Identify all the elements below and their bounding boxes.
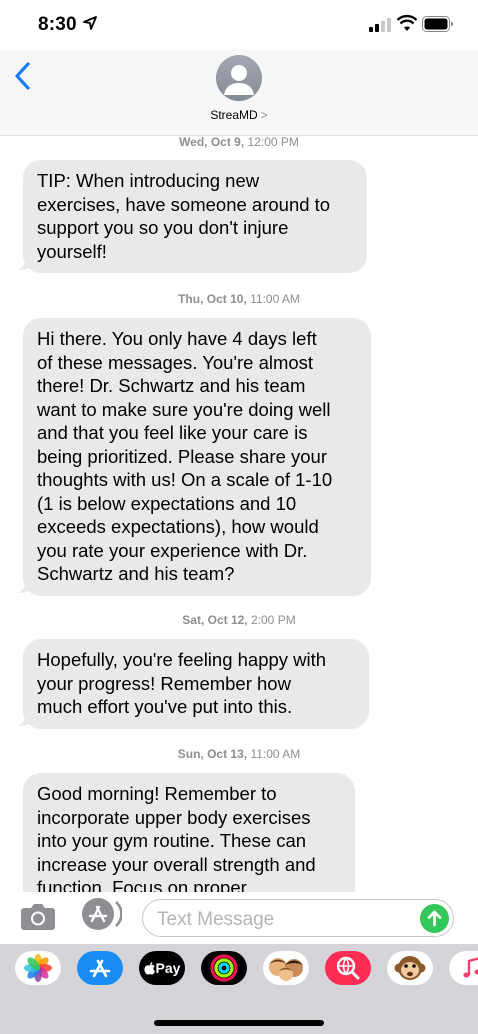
message-line: into your gym routine. These can	[37, 830, 307, 851]
message-bubble[interactable]: TIP: When introducing new exercises, hav…	[23, 160, 367, 273]
location-arrow-icon	[83, 16, 97, 30]
status-time: 8:30	[38, 14, 77, 35]
person-silhouette-icon	[216, 55, 262, 101]
message-line: TIP: When introducing new	[37, 170, 260, 191]
message-timestamp: Thu, Oct 10, 11:00 AM	[0, 292, 478, 306]
input-bar: Text Message	[0, 892, 478, 944]
music-note-icon	[463, 957, 478, 978]
message-line: there! Dr. Schwartz and his team	[37, 375, 306, 396]
camera-icon[interactable]	[20, 901, 56, 931]
memoji-app-icon[interactable]	[263, 951, 309, 985]
send-arrow-icon[interactable]	[420, 904, 449, 933]
message-line: exceeds expectations), how would	[37, 516, 319, 537]
timestamp-time: 2:00 PM	[251, 613, 296, 627]
wifi-icon	[397, 14, 417, 31]
monkey-animoji-app-icon[interactable]	[387, 951, 433, 985]
apple-pay-label: Pay	[155, 960, 181, 976]
message-bubble[interactable]: Hi there. You only have 4 days left of t…	[23, 318, 371, 596]
message-bubble[interactable]: Hopefully, you're feeling happy with you…	[23, 639, 369, 729]
message-thread[interactable]: Wed, Oct 9, 12:00 PM TIP: When introduci…	[0, 135, 478, 892]
app-store-icon[interactable]	[80, 896, 122, 932]
music-app-icon[interactable]	[449, 951, 478, 985]
timestamp-time: 11:00 AM	[250, 747, 301, 761]
photos-flower-icon	[24, 954, 52, 982]
message-line: and that you feel like your care is	[37, 422, 308, 443]
message-line: function. Focus on proper	[37, 877, 247, 892]
message-line: incorporate upper body exercises	[37, 806, 311, 828]
contact-name[interactable]: StreaMD >	[0, 108, 478, 122]
message-line: of these messages. You're almost	[37, 351, 314, 373]
imessage-app-drawer: Pay	[0, 944, 478, 1034]
timestamp-time: 11:00 AM	[250, 292, 300, 306]
message-timestamp: Sun, Oct 13, 11:00 AM	[0, 747, 478, 761]
memoji-faces-icon	[269, 958, 303, 981]
contact-avatar[interactable]	[216, 55, 262, 101]
apple-logo-icon	[143, 961, 155, 975]
status-bar: 8:30	[0, 0, 478, 50]
message-input-placeholder: Text Message	[157, 909, 275, 930]
message-line: exercises, have someone around to	[37, 193, 331, 215]
message-line: Good morning! Remember to	[37, 783, 277, 804]
photos-app-icon[interactable]	[15, 951, 61, 985]
message-line: thoughts with us! On a scale of 1-10	[37, 469, 333, 490]
monkey-face-icon	[394, 956, 426, 980]
contact-name-label: StreaMD	[210, 108, 258, 122]
chevron-right-icon: >	[260, 108, 268, 122]
message-line: increase your overall strength and	[37, 853, 316, 875]
message-line: you rate your experience with Dr.	[37, 539, 308, 561]
message-line: Hi there. You only have 4 days left	[37, 328, 317, 349]
message-line: being prioritized. Please share your	[37, 445, 327, 467]
apple-pay-app-icon[interactable]: Pay	[139, 951, 185, 985]
message-line: your progress! Remember how	[37, 672, 291, 694]
home-indicator[interactable]	[154, 1020, 324, 1026]
back-chevron-icon[interactable]	[8, 58, 38, 94]
app-store-a-icon	[89, 959, 111, 978]
message-timestamp: Wed, Oct 9, 12:00 PM	[0, 135, 478, 149]
timestamp-day: Thu, Oct 10,	[178, 292, 247, 306]
message-line: Schwartz and his team?	[37, 563, 235, 584]
message-timestamp: Sat, Oct 12, 2:00 PM	[0, 613, 478, 627]
message-input[interactable]: Text Message	[142, 899, 454, 937]
timestamp-day: Wed, Oct 9,	[179, 135, 245, 149]
message-line: want to make sure you're doing well	[37, 398, 331, 420]
activity-app-icon[interactable]	[201, 951, 247, 985]
timestamp-time: 12:00 PM	[247, 135, 299, 149]
activity-rings-icon	[210, 954, 238, 982]
message-line: yourself!	[37, 240, 107, 262]
message-bubble[interactable]: Good morning! Remember to incorporate up…	[23, 773, 355, 892]
signal-bars-icon	[369, 18, 391, 32]
app-store-app-icon[interactable]	[77, 951, 123, 985]
web-search-app-icon[interactable]	[325, 951, 371, 985]
timestamp-day: Sat, Oct 12,	[182, 613, 248, 627]
battery-icon	[422, 16, 453, 32]
message-line: (1 is below expectations and 10	[37, 492, 297, 514]
globe-search-icon	[336, 956, 360, 980]
message-line: much effort you've put into this.	[37, 696, 293, 717]
timestamp-day: Sun, Oct 13,	[177, 747, 248, 761]
conversation-header: StreaMD >	[0, 50, 478, 136]
message-line: support you so you don't injure	[37, 217, 289, 238]
message-line: Hopefully, you're feeling happy with	[37, 649, 327, 670]
